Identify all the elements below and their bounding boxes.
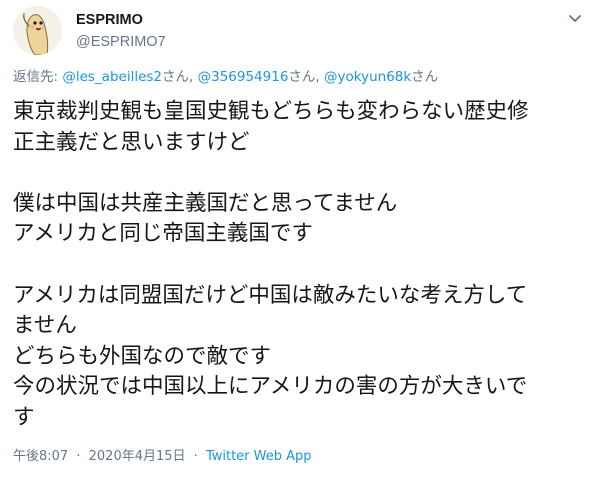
tweet-line: す xyxy=(13,404,35,430)
tweet-metadata: 午後8:07 · 2020年4月15日 · Twitter Web App xyxy=(13,448,312,466)
tweet-source-link[interactable]: Twitter Web App xyxy=(206,449,312,464)
tweet-time[interactable]: 午後8:07 xyxy=(13,449,68,464)
tweet-line: アメリカは同盟国だけど中国は敵みたいな考え方して xyxy=(13,282,528,308)
tweet-line: 正主義だと思いますけど xyxy=(13,129,250,155)
tweet-date[interactable]: 2020年4月15日 xyxy=(89,449,186,464)
display-name[interactable]: ESPRIMO xyxy=(76,11,166,29)
separator: · xyxy=(76,449,81,464)
user-handle[interactable]: @ESPRIMO7 xyxy=(76,33,166,51)
reply-to-line: 返信先: @les_abeilles2さん, @356954916さん, @yo… xyxy=(13,68,438,86)
avatar[interactable] xyxy=(13,6,62,55)
tweet-card: ESPRIMO @ESPRIMO7 返信先: @les_abeilles2さん,… xyxy=(0,0,597,481)
chevron-down-icon xyxy=(569,15,581,22)
tweet-line: アメリカと同じ帝国主義国です xyxy=(13,221,313,247)
mention-link[interactable]: @yokyun68k xyxy=(324,69,411,85)
more-options-button[interactable] xyxy=(565,8,585,28)
mention-link[interactable]: @356954916 xyxy=(198,69,289,85)
tweet-line: 東京裁判史観も皇国史観もどちらも変わらない歴史修 xyxy=(13,99,529,124)
reply-prefix: 返信先: xyxy=(13,69,63,85)
mention-suffix: さん, xyxy=(288,69,325,85)
separator: · xyxy=(193,449,198,464)
tweet-line: ません xyxy=(13,313,77,339)
user-info: ESPRIMO @ESPRIMO7 xyxy=(76,11,166,51)
tweet-line: 僕は中国は共産主義国だと思ってません xyxy=(13,190,398,216)
mention-link[interactable]: @les_abeilles2 xyxy=(62,69,162,85)
tweet-line: 今の状況では中国以上にアメリカの害の方が大きいで xyxy=(13,374,528,400)
mention-suffix: さん, xyxy=(162,69,198,85)
cartoon-character-icon xyxy=(13,6,62,55)
tweet-line: どちらも外国なので敵です xyxy=(13,343,272,369)
tweet-body: 東京裁判史観も皇国史観もどちらも変わらない歴史修 正主義だと思いますけど 僕は中… xyxy=(13,97,591,434)
mention-suffix: さん xyxy=(411,69,439,85)
